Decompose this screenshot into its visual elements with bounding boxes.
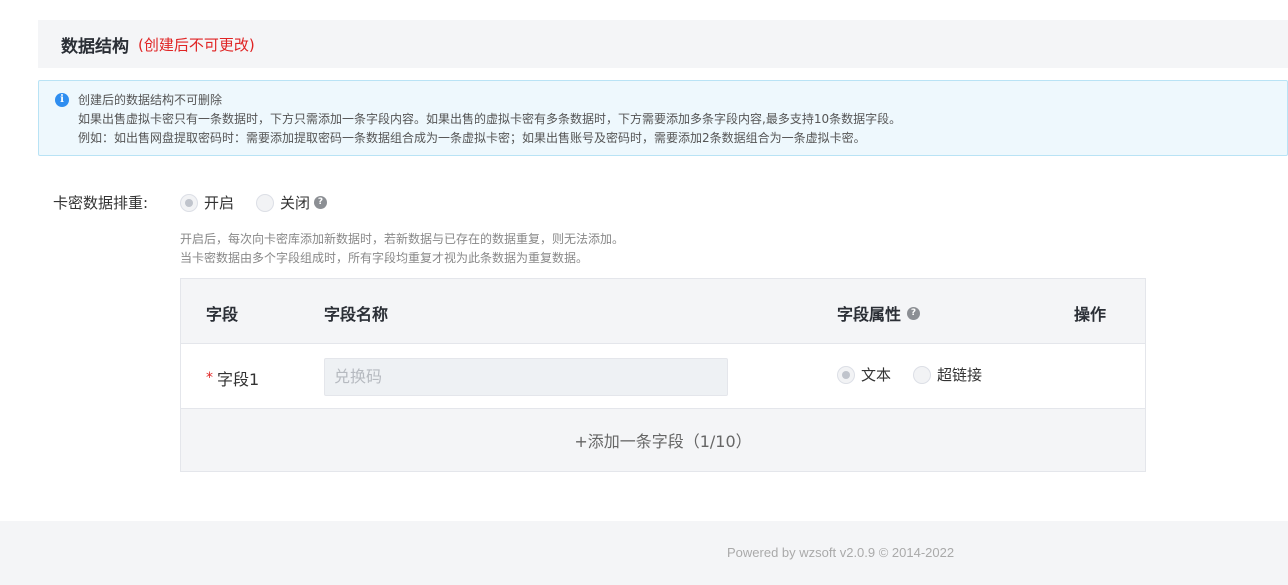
header-field-attr: 字段属性 ? [837, 301, 921, 325]
radio-unchecked-icon[interactable] [256, 193, 275, 212]
field-name-input[interactable]: 兑换码 [324, 358, 728, 396]
alert-line-1: 创建后的数据结构不可删除 [78, 93, 223, 107]
dedup-hint-2: 当卡密数据由多个字段组成时，所有字段均重复才视为此条数据为重复数据。 [180, 251, 589, 265]
dedup-hint-1: 开启后，每次向卡密库添加新数据时，若新数据与已存在的数据重复，则无法添加。 [180, 232, 625, 246]
radio-label: 文本 [861, 366, 892, 384]
field-attr-radio-group: 文本 超链接 [837, 364, 1004, 385]
info-alert: i 创建后的数据结构不可删除 如果出售虚拟卡密只有一条数据时，下方只需添加一条字… [38, 80, 1288, 156]
radio-checked-icon[interactable] [837, 365, 855, 384]
info-icon: i [55, 93, 69, 107]
table-header: 字段 字段名称 字段属性 ? 操作 [181, 279, 1145, 344]
field-table: 字段 字段名称 字段属性 ? 操作 * 字段1 兑换码 文本 超链接 +添加一条… [180, 278, 1146, 472]
section-note: (创建后不可更改) [138, 35, 255, 54]
footer: Powered by wzsoft v2.0.9 © 2014-2022 [0, 521, 1288, 585]
attr-option-link[interactable]: 超链接 [913, 364, 982, 385]
header-field: 字段 [206, 305, 239, 324]
help-icon[interactable]: ? [907, 306, 921, 320]
dedup-label: 卡密数据排重: [53, 194, 149, 212]
radio-label: 关闭 [280, 194, 311, 212]
header-field-attr-label: 字段属性 [837, 305, 902, 324]
add-field-button[interactable]: +添加一条字段（1/10） [181, 409, 1145, 471]
field-label: 字段1 [217, 370, 260, 389]
dedup-option-on[interactable]: 开启 [180, 192, 234, 213]
radio-unchecked-icon[interactable] [913, 365, 932, 384]
required-mark: * [206, 370, 213, 386]
header-action: 操作 [1074, 305, 1107, 324]
table-row: * 字段1 兑换码 文本 超链接 [181, 344, 1145, 409]
radio-label: 超链接 [937, 366, 983, 384]
section-title: 数据结构 [61, 36, 129, 57]
field-cell: * 字段1 [206, 366, 259, 390]
radio-label: 开启 [204, 194, 235, 212]
help-icon[interactable]: ? [314, 196, 328, 209]
alert-line-2: 如果出售虚拟卡密只有一条数据时，下方只需添加一条字段内容。如果出售的虚拟卡密有多… [78, 112, 902, 126]
section-header: 数据结构 (创建后不可更改) [38, 20, 1288, 68]
alert-line-3: 例如：如出售网盘提取密码时：需要添加提取密码一条数据组合成为一条虚拟卡密；如果出… [78, 131, 866, 145]
header-field-name: 字段名称 [324, 305, 389, 324]
radio-checked-icon[interactable] [180, 193, 198, 212]
footer-text: Powered by wzsoft v2.0.9 © 2014-2022 [727, 545, 955, 560]
attr-option-text[interactable]: 文本 [837, 364, 891, 385]
dedup-option-off[interactable]: 关闭 ? [256, 192, 328, 213]
dedup-radio-group: 开启 关闭 ? [180, 192, 328, 213]
